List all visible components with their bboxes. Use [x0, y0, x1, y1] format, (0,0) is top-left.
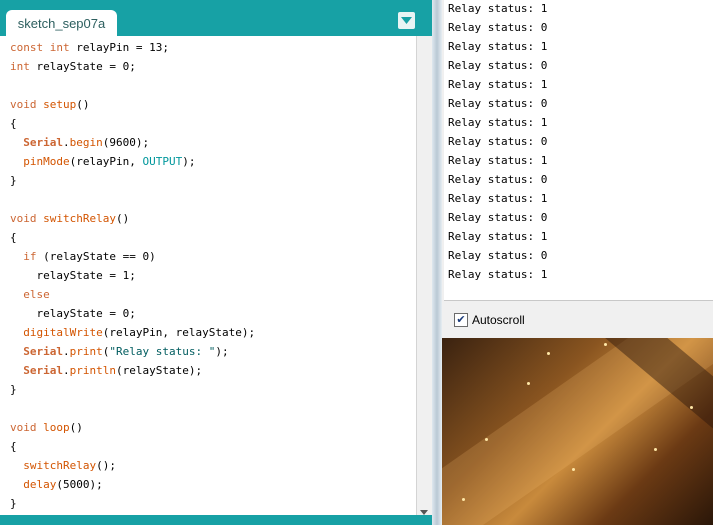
autoscroll-toggle[interactable]: ✔ Autoscroll [454, 312, 525, 328]
serial-line: Relay status: 0 [448, 173, 548, 186]
serial-line: Relay status: 1 [448, 154, 548, 167]
autoscroll-label: Autoscroll [472, 313, 525, 327]
code-line: Serial.println(relayState); [23, 364, 203, 377]
wallpaper-sparkle [462, 498, 465, 501]
autoscroll-checkbox[interactable]: ✔ [454, 313, 468, 327]
code-line: void switchRelay() [10, 212, 130, 225]
wallpaper-sparkle [654, 448, 657, 451]
serial-line: Relay status: 0 [448, 249, 548, 262]
chevron-down-icon [401, 17, 412, 24]
serial-line: Relay status: 1 [448, 40, 548, 53]
code-line: delay(5000); [23, 478, 103, 491]
code-line: Serial.begin(9600); [23, 136, 150, 149]
wallpaper-sparkle [572, 468, 575, 471]
tab-sketch[interactable]: sketch_sep07a [6, 10, 117, 36]
desktop-wallpaper [442, 338, 713, 525]
code-line: } [10, 174, 17, 187]
tab-bar: sketch_sep07a [0, 0, 432, 36]
code-line: const int relayPin = 13; [10, 41, 169, 54]
code-line: relayState = 0; [36, 307, 136, 320]
code-line: Serial.print("Relay status: "); [23, 345, 229, 358]
code-line: if (relayState == 0) [23, 250, 156, 263]
wallpaper-sparkle [527, 382, 530, 385]
code-line: } [10, 383, 17, 396]
code-line: else [23, 288, 50, 301]
code-editor[interactable]: const int relayPin = 13; int relayState =… [0, 36, 416, 515]
code-line: { [10, 440, 17, 453]
tab-menu-button[interactable] [398, 12, 415, 29]
serial-line: Relay status: 0 [448, 21, 548, 34]
code-line: digitalWrite(relayPin, relayState); [23, 326, 256, 339]
code-line: void setup() [10, 98, 90, 111]
code-line: { [10, 231, 17, 244]
serial-line: Relay status: 0 [448, 135, 548, 148]
serial-line: Relay status: 1 [448, 78, 548, 91]
serial-line: Relay status: 1 [448, 2, 548, 15]
code-line: } [10, 497, 17, 510]
arrow-down-icon [420, 509, 428, 515]
code-line: relayState = 1; [36, 269, 136, 282]
code-text: const int relayPin = 13; int relayState =… [10, 38, 255, 513]
ide-window: sketch_sep07a const int relayPin = 13; in… [0, 0, 433, 525]
code-line: pinMode(relayPin, OUTPUT); [23, 155, 196, 168]
serial-output-text: Relay status: 1 Relay status: 0 Relay stat… [448, 0, 547, 284]
serial-line: Relay status: 1 [448, 192, 548, 205]
window-divider [432, 0, 442, 525]
wallpaper-sparkle [485, 438, 488, 441]
wallpaper-sparkle [690, 406, 693, 409]
ide-status-strip [0, 515, 432, 525]
serial-output[interactable]: Relay status: 1 Relay status: 0 Relay stat… [444, 0, 713, 301]
tab-label: sketch_sep07a [17, 15, 106, 31]
code-line: switchRelay(); [23, 459, 116, 472]
serial-line: Relay status: 0 [448, 59, 548, 72]
code-line: { [10, 117, 17, 130]
code-line: int relayState = 0; [10, 60, 136, 73]
wallpaper-sparkle [547, 352, 550, 355]
code-line: void loop() [10, 421, 83, 434]
wallpaper-sparkle [604, 343, 607, 346]
editor-scrollbar[interactable] [416, 36, 433, 515]
serial-line: Relay status: 1 [448, 230, 548, 243]
serial-line: Relay status: 1 [448, 116, 548, 129]
serial-line: Relay status: 0 [448, 97, 548, 110]
serial-monitor-window: Relay status: 1 Relay status: 0 Relay stat… [442, 0, 713, 338]
serial-line: Relay status: 1 [448, 268, 548, 281]
serial-line: Relay status: 0 [448, 211, 548, 224]
